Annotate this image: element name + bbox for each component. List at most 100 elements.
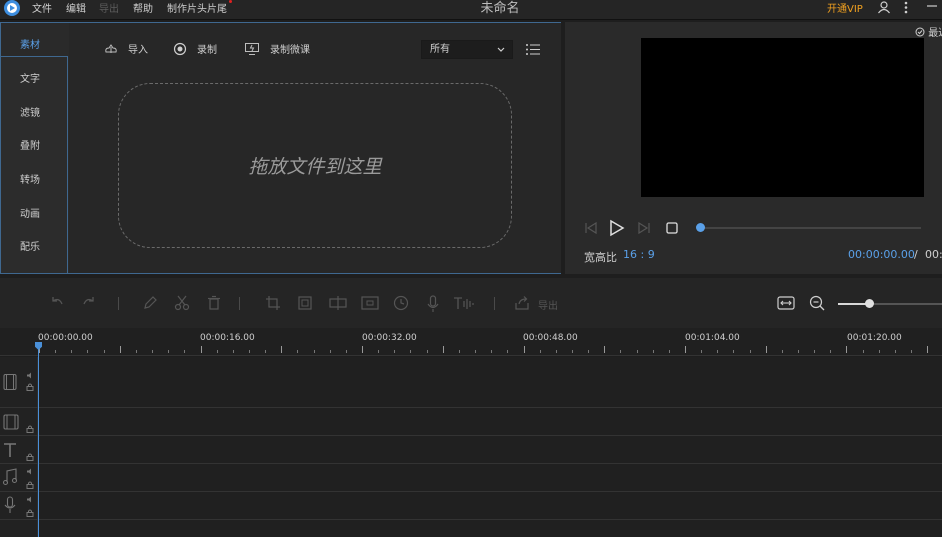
lock-icon[interactable] [26,383,34,391]
lock-icon[interactable] [26,425,34,433]
zoom-out-icon[interactable] [809,295,825,311]
redo-icon[interactable] [81,295,97,311]
speaker-icon[interactable] [26,468,34,475]
record-course-button[interactable]: 录制微课 [244,41,310,56]
ruler-label: 00:01:04.00 [685,333,740,343]
ruler-tick [346,350,347,353]
chevron-down-icon [497,47,505,52]
crop-icon[interactable] [265,295,281,311]
stop-icon[interactable] [665,221,679,235]
zoom-slider-knob[interactable] [865,299,874,308]
playhead-line[interactable] [38,342,39,537]
check-circle-icon [915,27,925,37]
recent-label: 最近 [928,28,942,39]
media-panel: 素材 文字 滤镜 叠附 转场 动画 配乐 导入 录制 录制微课 所有 拖放文件到… [0,22,561,274]
timeline-toolbar: 导出 [0,278,942,328]
text-to-speech-icon[interactable] [452,295,478,311]
ruler-tick [427,350,428,353]
ruler-tick [830,350,831,353]
lock-icon[interactable] [26,509,34,517]
playback-progress-knob[interactable] [696,223,705,232]
preview-panel: 最近 宽高比 16 : 9 00:00:00.00 / 00: [565,22,942,274]
minimize-icon[interactable] [926,0,938,12]
speed-clock-icon[interactable] [393,295,409,311]
export-share-icon[interactable] [514,295,530,311]
ruler-tick [104,350,105,353]
vip-button[interactable]: 开通VIP [827,0,863,15]
list-view-icon[interactable] [525,43,541,56]
tab-music[interactable]: 配乐 [1,229,68,262]
ruler-tick [201,346,202,353]
lock-icon[interactable] [26,453,34,461]
recent-toggle[interactable]: 最近 [915,24,942,39]
ruler-tick [217,350,218,353]
split-clip-icon[interactable] [328,295,348,311]
ruler-tick [120,346,121,353]
video-track[interactable] [0,357,942,408]
ruler-label: 00:01:20.00 [847,333,902,343]
import-button[interactable]: 导入 [104,41,148,56]
fit-timeline-icon[interactable] [777,295,795,311]
track-header [0,357,38,407]
previous-frame-icon[interactable] [584,221,598,235]
ruler-tick [814,350,815,353]
track-header [0,408,38,435]
edit-pencil-icon[interactable] [142,295,158,311]
export-label[interactable]: 导出 [538,297,558,312]
ruler-tick [265,350,266,353]
scissors-icon[interactable] [174,295,190,311]
overlay-track[interactable] [0,408,942,436]
file-drop-zone[interactable]: 拖放文件到这里 [118,83,512,248]
music-track[interactable] [0,464,942,492]
ruler-tick [846,346,847,353]
more-options-icon[interactable] [903,0,909,14]
ruler-tick [685,346,686,353]
ruler-tick [314,350,315,353]
ruler-tick [572,350,573,353]
voiceover-mic-icon[interactable] [426,295,440,313]
voiceover-track[interactable] [0,492,942,520]
ruler-tick [604,346,605,353]
speaker-icon[interactable] [26,496,34,503]
speaker-icon[interactable] [26,372,34,379]
ruler-tick [475,350,476,353]
ruler-tick [524,346,525,353]
ruler-tick [362,346,363,353]
play-icon[interactable] [609,219,625,237]
text-track[interactable] [0,436,942,464]
media-filter-select[interactable]: 所有 [421,40,513,59]
ruler-tick [588,350,589,353]
ruler-label: 00:00:48.00 [523,333,578,343]
lock-icon[interactable] [26,481,34,489]
ruler-tick [443,346,444,353]
user-icon[interactable] [877,0,891,14]
ruler-tick [653,350,654,353]
delete-icon[interactable] [206,295,222,311]
track-header [0,520,38,537]
ruler-tick [249,350,250,353]
next-frame-icon[interactable] [637,221,651,235]
ruler-tick [733,350,734,353]
tab-transition[interactable]: 转场 [1,162,68,195]
resize-icon[interactable] [297,295,313,311]
tab-overlay[interactable]: 叠附 [1,128,68,161]
tab-filter[interactable]: 滤镜 [1,95,68,128]
tab-animation[interactable]: 动画 [1,196,68,229]
filter-value: 所有 [430,44,450,55]
undo-icon[interactable] [49,295,65,311]
aspect-ratio-value[interactable]: 16 : 9 [623,248,655,261]
ruler-tick [136,350,137,353]
timeline-ruler[interactable]: 00:00:00.00 00:00:16.00 00:00:32.00 00:0… [0,328,942,356]
tab-text[interactable]: 文字 [1,61,68,94]
video-preview[interactable] [641,38,924,197]
ruler-tick [410,350,411,353]
record-label: 录制 [197,45,217,56]
ruler-tick [540,350,541,353]
playback-progress-track[interactable] [701,227,921,229]
ruler-tick [330,350,331,353]
ruler-tick [750,350,751,353]
drop-zone-text: 拖放文件到这里 [248,156,382,178]
mosaic-icon[interactable] [361,295,379,311]
record-button[interactable]: 录制 [173,41,217,56]
ruler-tick [394,350,395,353]
